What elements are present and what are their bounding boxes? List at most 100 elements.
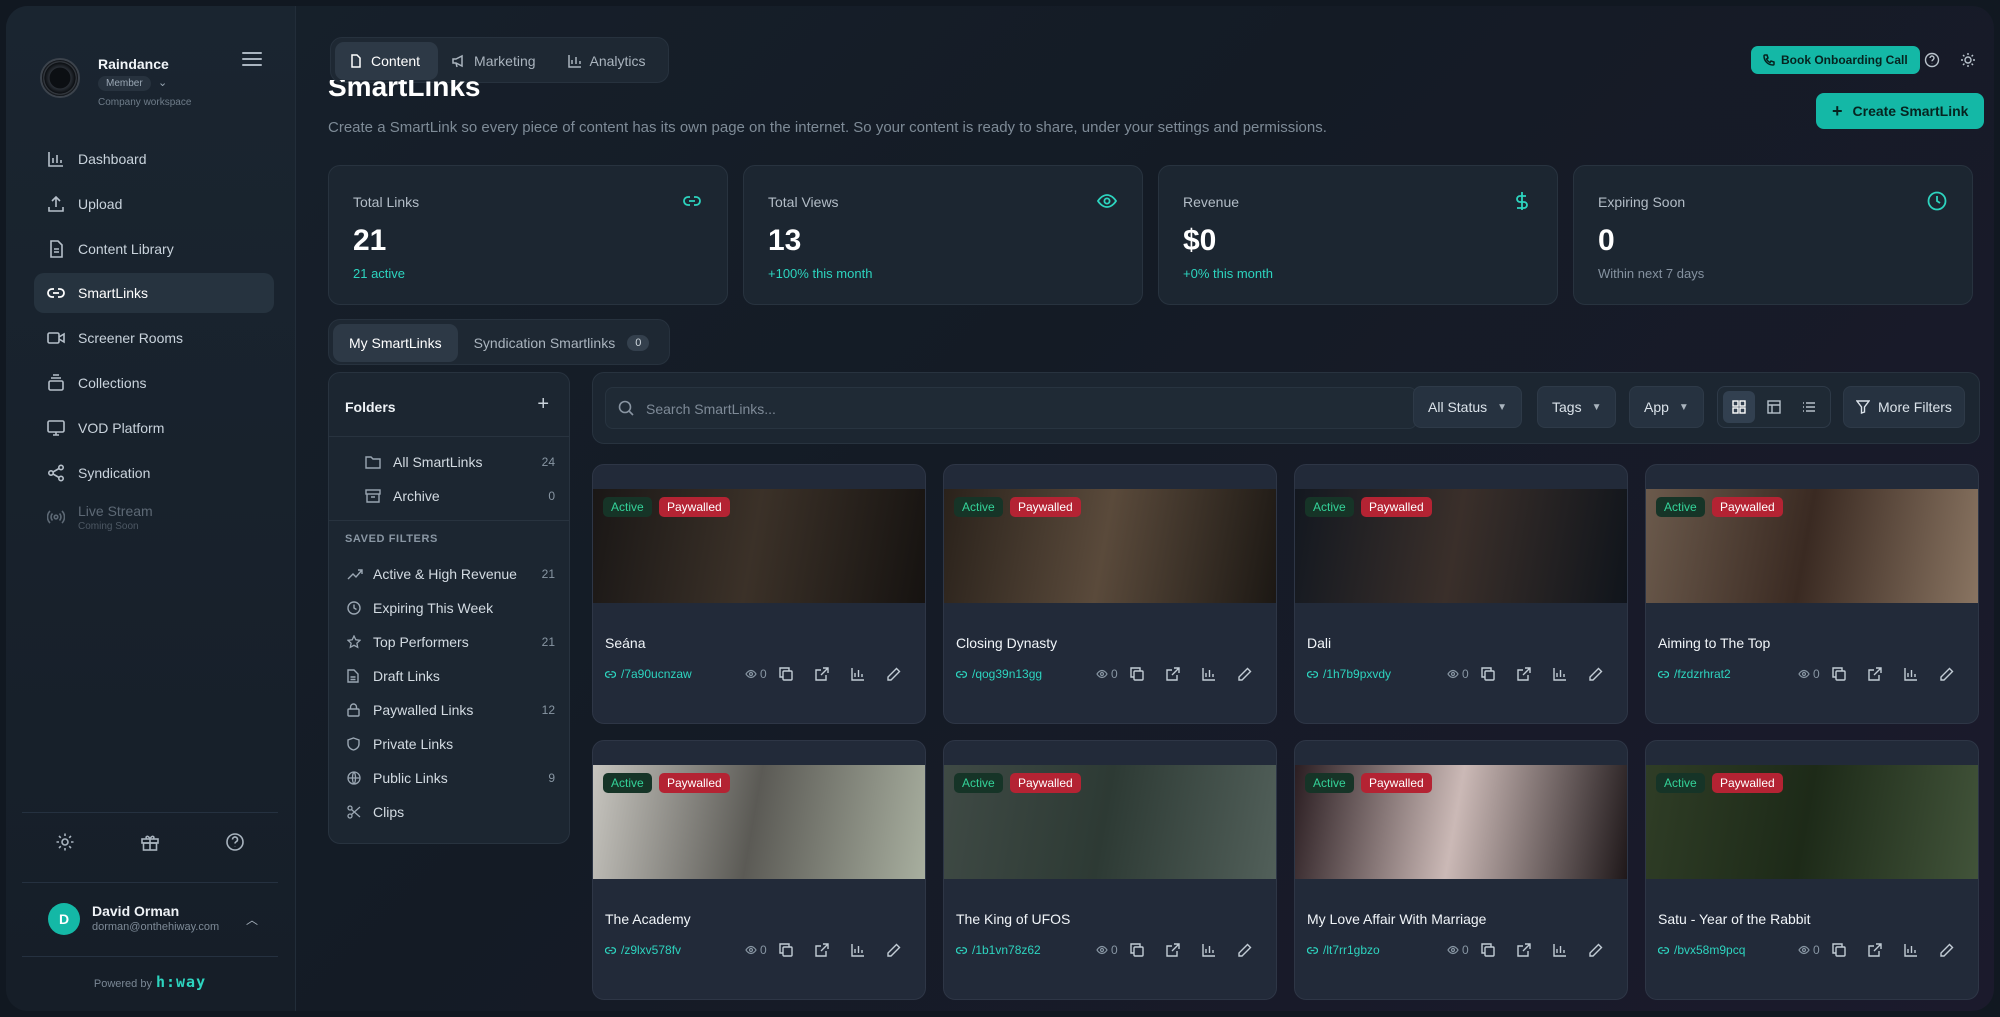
paywalled-badge: Paywalled [659,773,730,793]
avatar: D [48,903,80,935]
smartlink-card[interactable]: Active Paywalled The King of UFOS /1b1vn… [943,740,1277,1000]
analytics-icon[interactable] [1198,939,1220,961]
external-link-icon[interactable] [1162,939,1184,961]
grid-view-icon[interactable] [1723,391,1756,423]
copy-icon[interactable] [775,939,797,961]
smartlink-url[interactable]: /bvx58m9pcq [1658,943,1745,957]
tab-content[interactable]: Content [335,42,439,80]
create-smartlink-label: Create SmartLink [1852,103,1969,119]
edit-icon[interactable] [1936,663,1958,685]
tab-my-smartlinks[interactable]: My SmartLinks [333,324,458,362]
status-dropdown[interactable]: All Status ▼ [1413,386,1523,428]
smartlink-card[interactable]: Active Paywalled Aiming to The Top /fzdz… [1645,464,1979,724]
sidebar-item-screener-rooms[interactable]: Screener Rooms [34,318,274,358]
sidebar-item-label: VOD Platform [78,419,165,436]
edit-icon[interactable] [883,939,905,961]
analytics-icon[interactable] [847,939,869,961]
analytics-icon[interactable] [847,663,869,685]
smartlink-card[interactable]: Active Paywalled Satu - Year of the Rabb… [1645,740,1979,1000]
copy-icon[interactable] [1477,663,1499,685]
analytics-icon[interactable] [1198,663,1220,685]
smartlink-url[interactable]: /1b1vn78z62 [956,943,1041,957]
external-link-icon[interactable] [1513,939,1535,961]
external-link-icon[interactable] [1162,663,1184,685]
help-icon[interactable] [224,831,246,853]
tab-analytics[interactable]: Analytics [554,42,664,80]
smartlink-url[interactable]: /lt7rr1gbzo [1307,943,1380,957]
saved-filter-active-high-revenue[interactable]: Active & High Revenue 21 [347,559,555,589]
folder-archive[interactable]: Archive 0 [365,481,555,511]
edit-icon[interactable] [1234,939,1256,961]
list-view-icon[interactable] [1793,391,1825,423]
gift-icon[interactable] [139,831,161,853]
sidebar-item-content-library[interactable]: Content Library [34,229,274,269]
copy-icon[interactable] [1126,939,1148,961]
smartlink-url[interactable]: /7a90ucnzaw [605,667,692,681]
saved-filter-draft-links[interactable]: Draft Links [347,661,555,691]
edit-icon[interactable] [1936,939,1958,961]
chevron-down-icon[interactable]: ⌄ [158,76,167,89]
copy-icon[interactable] [1828,939,1850,961]
saved-filter-public-links[interactable]: Public Links 9 [347,763,555,793]
sidebar-item-vod-platform[interactable]: VOD Platform [34,408,274,448]
analytics-icon[interactable] [1549,939,1571,961]
saved-filter-private-links[interactable]: Private Links [347,729,555,759]
plus-icon: + [1832,100,1843,121]
smartlink-card[interactable]: Active Paywalled Closing Dynasty /qog39n… [943,464,1277,724]
smartlink-url[interactable]: /fzdzrhrat2 [1658,667,1731,681]
external-link-icon[interactable] [1864,939,1886,961]
copy-icon[interactable] [1828,663,1850,685]
analytics-icon[interactable] [1900,663,1922,685]
stat-sub: +100% this month [768,266,873,281]
saved-filter-top-performers[interactable]: Top Performers 21 [347,627,555,657]
sidebar-item-syndication[interactable]: Syndication [34,453,274,493]
smartlink-url[interactable]: /z9lxv578fv [605,943,681,957]
chevron-up-icon[interactable]: ︿ [246,911,258,928]
search-input[interactable] [646,398,1406,420]
add-folder-icon[interactable]: + [537,393,549,416]
copy-icon[interactable] [1477,939,1499,961]
sidebar-item-upload[interactable]: Upload [34,184,274,224]
theme-toggle-icon[interactable] [1958,50,1978,70]
edit-icon[interactable] [1585,939,1607,961]
create-smartlink-button[interactable]: + Create SmartLink [1816,93,1985,129]
gear-icon[interactable] [54,831,76,853]
menu-icon[interactable] [242,52,262,68]
external-link-icon[interactable] [811,939,833,961]
help-icon[interactable] [1922,50,1942,70]
sidebar-item-collections[interactable]: Collections [34,363,274,403]
tab-marketing[interactable]: Marketing [438,42,553,80]
external-link-icon[interactable] [1864,663,1886,685]
edit-icon[interactable] [883,663,905,685]
link-icon [1307,945,1318,956]
sidebar-item-dashboard[interactable]: Dashboard [34,139,274,179]
smartlink-card[interactable]: Active Paywalled The Academy /z9lxv578fv… [592,740,926,1000]
sidebar-item-smartlinks[interactable]: SmartLinks [34,273,274,314]
smartlink-url[interactable]: /qog39n13gg [956,667,1042,681]
analytics-icon[interactable] [1549,663,1571,685]
app-dropdown[interactable]: App ▼ [1629,386,1704,428]
external-link-icon[interactable] [811,663,833,685]
folder-all-smartlinks[interactable]: All SmartLinks 24 [365,447,555,477]
copy-icon[interactable] [1126,663,1148,685]
user-menu[interactable]: D David Orman dorman@onthehiway.com ︿ [22,882,278,956]
edit-icon[interactable] [1585,663,1607,685]
tags-dropdown[interactable]: Tags ▼ [1537,386,1617,428]
saved-filter-paywalled-links[interactable]: Paywalled Links 12 [347,695,555,725]
smartlink-card[interactable]: Active Paywalled Seána /7a90ucnzaw 0 [592,464,926,724]
smartlink-card[interactable]: Active Paywalled My Love Affair With Mar… [1294,740,1628,1000]
tab-syndication-smartlinks[interactable]: Syndication Smartlinks 0 [458,324,666,362]
saved-filter-expiring-this-week[interactable]: Expiring This Week [347,593,555,623]
copy-icon[interactable] [775,663,797,685]
card-title: Seána [605,635,646,651]
edit-icon[interactable] [1234,663,1256,685]
smartlink-url[interactable]: /1h7b9pxvdy [1307,667,1391,681]
table-view-icon[interactable] [1758,391,1790,423]
card-title: The Academy [605,911,691,927]
saved-filter-clips[interactable]: Clips [347,797,555,827]
more-filters-button[interactable]: More Filters [1843,386,1965,428]
analytics-icon[interactable] [1900,939,1922,961]
book-onboarding-call-button[interactable]: Book Onboarding Call [1751,46,1920,74]
smartlink-card[interactable]: Active Paywalled Dali /1h7b9pxvdy 0 [1294,464,1628,724]
external-link-icon[interactable] [1513,663,1535,685]
